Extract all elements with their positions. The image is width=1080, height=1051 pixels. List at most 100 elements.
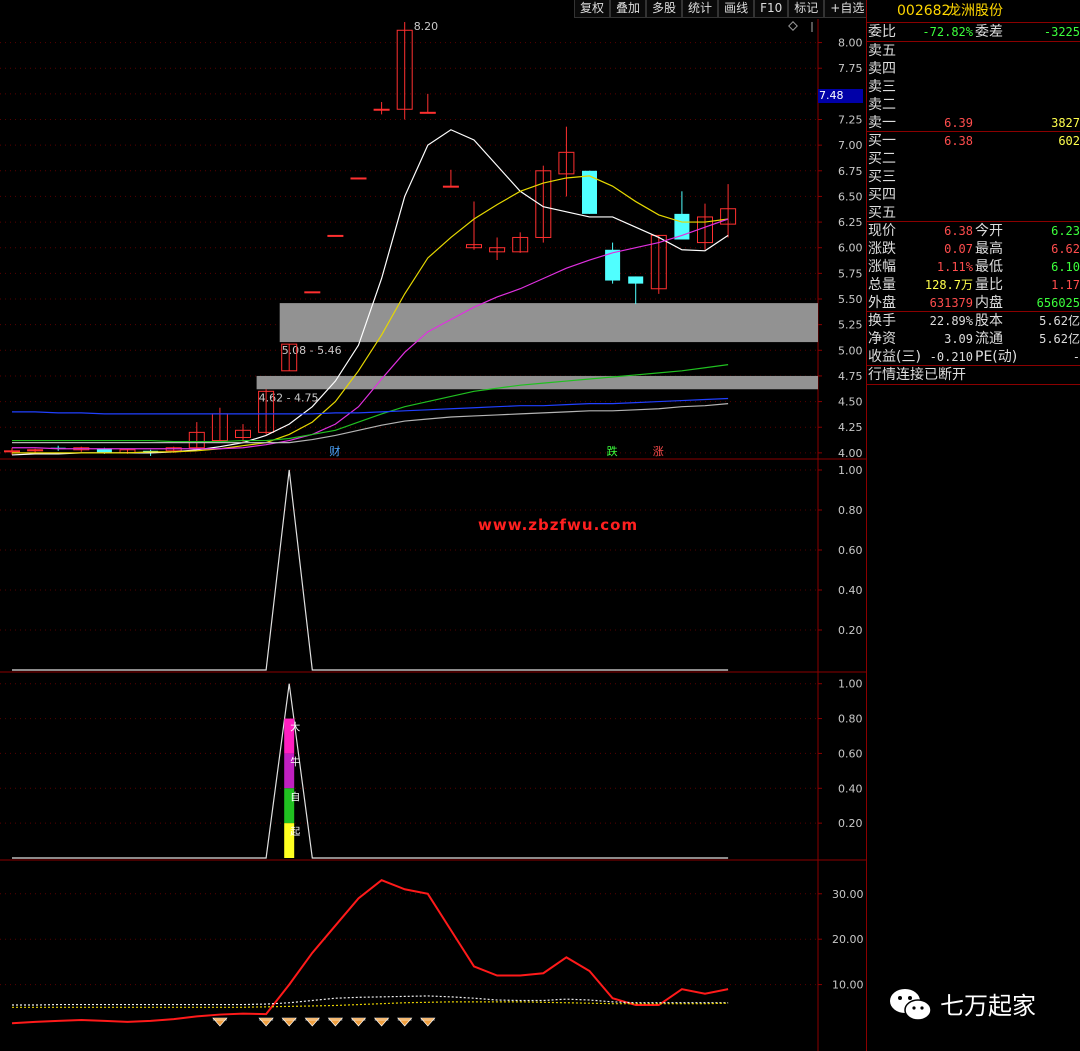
buy-level-row: 买一 6.38 602 — [867, 132, 1080, 150]
signal-bar-label: 自 — [290, 790, 300, 803]
buy-level-label: 买一 — [868, 133, 896, 149]
moving-average-line — [12, 403, 729, 444]
stat-label: 现价 — [868, 223, 896, 239]
y-tick-label: 6.50 — [838, 190, 863, 203]
candle-body — [582, 170, 597, 214]
y-tick-label: 0.60 — [838, 544, 863, 557]
y-tick-label: 5.00 — [838, 344, 863, 357]
stat2-row: 收益(三) -0.210 PE(动) - — [867, 348, 1080, 366]
candle-body — [628, 276, 644, 284]
indicator-line — [12, 683, 729, 859]
chart-panel-1: 1.00 0.80 0.60 0.40 0.20 — [0, 464, 863, 671]
candle-body — [96, 448, 112, 453]
sell-level-row: 卖四 — [867, 60, 1080, 78]
y-tick-label: 7.75 — [838, 62, 863, 75]
price-zone — [256, 375, 819, 390]
chart-area[interactable]: 8.007.757.507.257.006.756.506.256.005.75… — [0, 0, 866, 1051]
diamond-icon — [788, 21, 798, 31]
stat-value: 128.7万 — [924, 278, 973, 292]
y-tick-label: 7.00 — [838, 139, 863, 152]
stat-row: 总量 128.7万 量比 1.17 — [867, 276, 1080, 294]
stock-code: 002682 — [897, 3, 951, 19]
diamond-marker-icon — [304, 1017, 320, 1027]
webi-row: 委比 -72.82% 委差 -3225 — [867, 23, 1080, 41]
fuquan-button[interactable]: 复权 — [574, 0, 611, 18]
stat2-label: 收益(三) — [868, 349, 921, 365]
y-tick-label: 6.25 — [838, 216, 863, 229]
mark-button[interactable]: 标记 — [788, 0, 825, 18]
overlay-button[interactable]: 叠加 — [610, 0, 647, 18]
y-tick-label: 8.00 — [838, 37, 863, 50]
signal-bar-label: 起 — [290, 826, 300, 838]
buy-level-label: 买四 — [868, 187, 896, 203]
connection-status: 行情连接已断开 — [867, 366, 1080, 384]
y-tick-label: 0.40 — [838, 782, 863, 795]
y-tick-label: 6.75 — [838, 165, 863, 178]
candle-body — [373, 108, 390, 111]
stat-label: 今开 — [975, 223, 1003, 239]
sell-level-label: 卖四 — [868, 61, 896, 77]
stat-row: 涨幅 1.11% 最低 6.10 — [867, 258, 1080, 276]
y-tick-label: 30.00 — [832, 888, 864, 901]
signal-marker: 财 — [329, 444, 340, 458]
stat2-row: 换手 22.89% 股本 5.62亿 — [867, 312, 1080, 330]
price-zone — [279, 303, 818, 343]
quote-panel: 002682 龙洲股份 委比 -72.82% 委差 -3225 卖五 卖四卖三卖二… — [866, 0, 1080, 1051]
y-tick-label: 4.00 — [838, 447, 863, 460]
stat2-label: 净资 — [868, 331, 896, 347]
chart-panel-0: 8.007.757.507.257.006.756.506.256.005.75… — [0, 20, 863, 460]
stat2-label: PE(动) — [975, 349, 1018, 365]
add-watchlist-button[interactable]: +自选 — [824, 0, 871, 18]
stat2-row: 净资 3.09 流通 5.62亿 — [867, 330, 1080, 348]
diamond-marker-icon — [212, 1017, 228, 1027]
stock-title: 002682 龙洲股份 — [867, 0, 1080, 22]
candle-body — [4, 450, 20, 453]
stat-label: 涨跌 — [868, 241, 896, 257]
stat-row: 外盘 631379 内盘 656025 — [867, 294, 1080, 312]
draw-line-button[interactable]: 画线 — [718, 0, 755, 18]
sell-level-label: 卖三 — [868, 79, 896, 95]
wechat-brand-text: 七万起家 — [940, 992, 1036, 1020]
sell-level-label: 卖二 — [868, 97, 896, 113]
stat-value: 6.62 — [1051, 242, 1080, 256]
stat-value: 631379 — [929, 296, 973, 310]
y-tick-label: 4.25 — [838, 421, 863, 434]
watermark-text: www.zbzfwu.com — [478, 516, 639, 534]
y-tick-label: 0.80 — [838, 504, 863, 517]
sell-level-row: 卖二 — [867, 96, 1080, 114]
stock-name: 龙洲股份 — [947, 3, 1003, 19]
chart-canvas[interactable]: 8.007.757.507.257.006.756.506.256.005.75… — [0, 0, 866, 1051]
sell-level-label: 卖一 — [868, 115, 896, 131]
sell-level-row: 卖一 6.39 3827 — [867, 114, 1080, 132]
indicator-line — [12, 469, 729, 671]
stat-row: 现价 6.38 今开 6.23 — [867, 222, 1080, 240]
statistics-button[interactable]: 统计 — [682, 0, 719, 18]
stat2-label: 股本 — [975, 313, 1003, 329]
sell-level-row: 卖五 — [867, 42, 1080, 60]
y-tick-label: 1.00 — [838, 678, 863, 691]
toolbar: 复权 叠加 多股 统计 画线 F10 标记 +自选 返回 — [574, 0, 907, 19]
stat-label: 涨幅 — [868, 259, 896, 275]
buy-level-label: 买五 — [868, 205, 896, 221]
multi-stock-button[interactable]: 多股 — [646, 0, 683, 18]
y-tick-label: 4.50 — [838, 396, 863, 409]
zone-label: 5.08 - 5.46 — [282, 344, 342, 357]
diamond-marker-icon — [373, 1017, 390, 1027]
webi-label: 委比 — [868, 24, 896, 40]
stat2-value: - — [1072, 350, 1080, 364]
buy-level-row: 买二 — [867, 150, 1080, 168]
y-tick-label: 0.80 — [838, 713, 863, 726]
sell-level-volume: 3827 — [1051, 116, 1080, 130]
f10-button[interactable]: F10 — [754, 0, 789, 18]
candle-body — [327, 234, 344, 237]
buy-level-row: 买五 — [867, 204, 1080, 222]
stat-value: 1.11% — [936, 260, 973, 274]
stat2-label: 流通 — [975, 331, 1003, 347]
y-tick-label: 0.40 — [838, 584, 863, 597]
stat-label: 总量 — [868, 277, 896, 293]
high-price-label: 8.20 — [414, 20, 439, 33]
y-tick-label: 0.20 — [838, 817, 863, 830]
stock-chart-app: 8.007.757.507.257.006.756.506.256.005.75… — [0, 0, 1080, 1051]
stat-value: 1.17 — [1051, 278, 1080, 292]
buy-level-label: 买三 — [868, 169, 896, 185]
